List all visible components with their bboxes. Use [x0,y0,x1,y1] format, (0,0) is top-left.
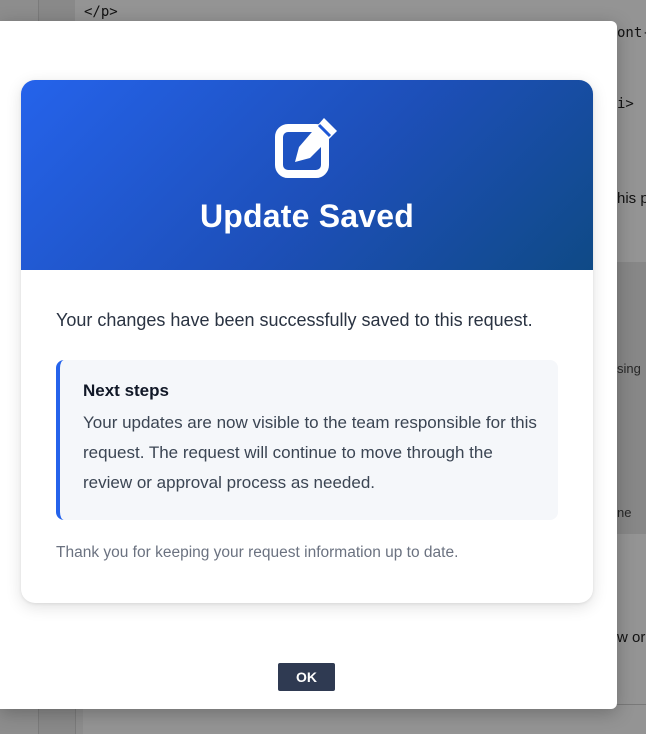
confirmation-card: Update Saved Your changes have been succ… [21,80,593,603]
next-steps-callout: Next steps Your updates are now visible … [56,360,558,520]
update-saved-dialog: Update Saved Your changes have been succ… [0,21,617,709]
success-message: Your changes have been successfully save… [56,310,533,330]
thank-you-note: Thank you for keeping your request infor… [56,544,459,561]
next-steps-body: Your updates are now visible to the team… [83,413,537,492]
ok-button[interactable]: OK [278,663,335,691]
edit-square-icon [275,118,337,178]
next-steps-title: Next steps [83,381,169,400]
dialog-title: Update Saved [199,198,415,234]
card-header: Update Saved [21,80,593,270]
